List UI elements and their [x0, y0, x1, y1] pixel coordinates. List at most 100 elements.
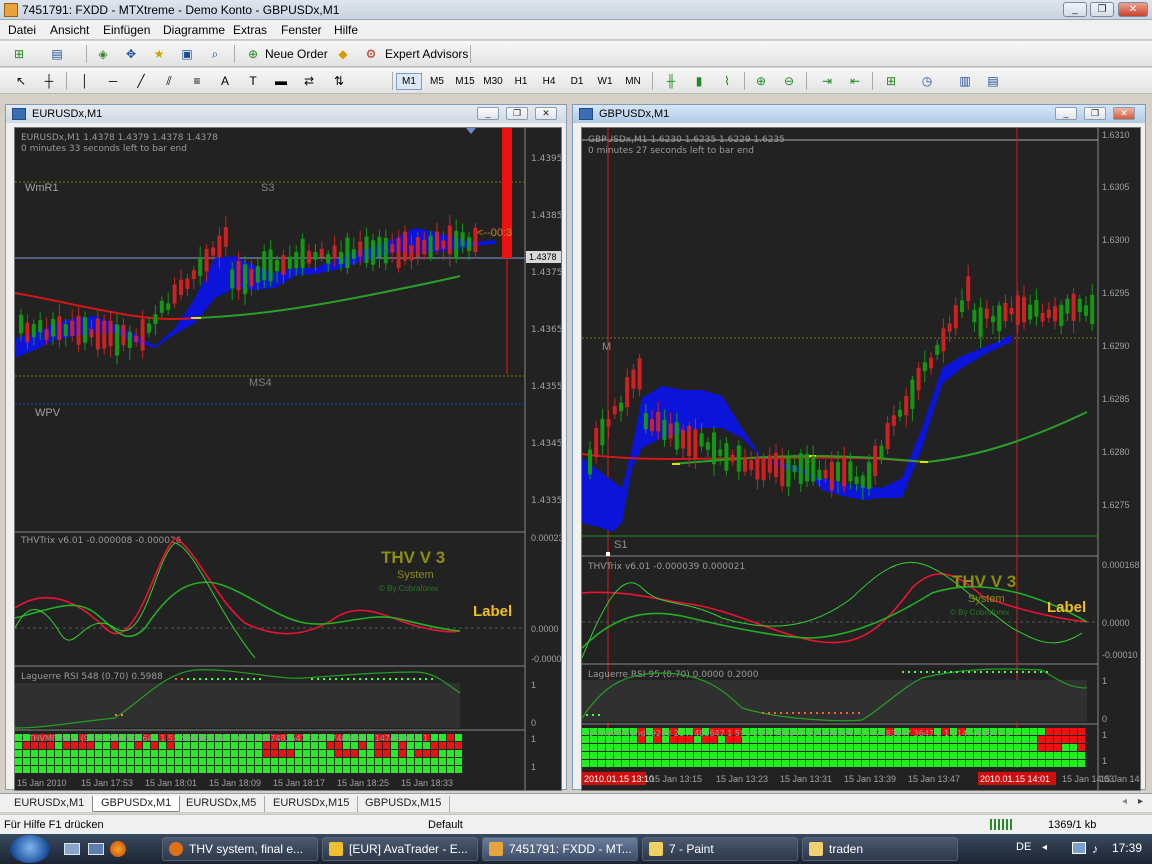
menu-diagramme[interactable]: Diagramme: [163, 23, 225, 37]
tf-h4[interactable]: H4: [536, 73, 562, 90]
chart-maximize-button[interactable]: ❐: [1084, 107, 1106, 120]
more-tools-icon[interactable]: ⇅: [330, 72, 348, 90]
candle: [255, 266, 260, 283]
autoscroll-icon[interactable]: ⇥: [818, 72, 836, 90]
tab-eurusd-m15[interactable]: EURUSDx,M15: [265, 796, 359, 812]
terminal-icon[interactable]: ▣: [178, 45, 196, 63]
minimize-button[interactable]: _: [1063, 2, 1087, 17]
indicators-icon[interactable]: ⊞: [882, 72, 900, 90]
line-chart-icon[interactable]: ⌇: [718, 72, 736, 90]
vertical-line-icon[interactable]: │: [76, 72, 94, 90]
clock[interactable]: 17:39: [1112, 841, 1142, 855]
firefox-icon[interactable]: [110, 841, 126, 857]
tab-scroll-left-icon[interactable]: ◂: [1122, 796, 1127, 807]
chart-minimize-button[interactable]: _: [1055, 107, 1077, 120]
language-indicator[interactable]: DE: [1016, 841, 1031, 853]
network-icon[interactable]: [1072, 842, 1086, 854]
zoom-in-icon[interactable]: ⊕: [752, 72, 770, 90]
text-icon[interactable]: A: [216, 72, 234, 90]
tf-m30[interactable]: M30: [480, 73, 506, 90]
new-order-icon[interactable]: ⊕: [244, 45, 262, 63]
profiles-icon[interactable]: ▤: [48, 45, 66, 63]
mtf-cell: [319, 742, 326, 749]
mtf-cell: [223, 758, 230, 765]
expert-advisors-icon[interactable]: ⚙: [362, 45, 380, 63]
candle-chart-icon[interactable]: ▮: [690, 72, 708, 90]
tf-m5[interactable]: M5: [424, 73, 450, 90]
crosshair-icon[interactable]: ┼: [40, 72, 58, 90]
bar-chart-icon[interactable]: ╫: [662, 72, 680, 90]
label-icon[interactable]: T: [244, 72, 262, 90]
tf-m1[interactable]: M1: [396, 73, 422, 90]
zoom-out-icon[interactable]: ⊖: [780, 72, 798, 90]
templates-menu-icon[interactable]: ▤: [984, 72, 1002, 90]
tf-w1[interactable]: W1: [592, 73, 618, 90]
chart-window-gbpusd[interactable]: GBPUSDx,M1 _ ❐ ✕ GBPUSDx,M1 1.6230 1.623…: [572, 104, 1146, 791]
chart-close-button[interactable]: ✕: [1113, 107, 1135, 120]
mtf-cell: [998, 744, 1005, 751]
mtf-cell: [295, 750, 302, 757]
menu-einfuegen[interactable]: Einfügen: [103, 23, 150, 37]
tab-scroll-right-icon[interactable]: ▸: [1138, 796, 1143, 807]
taskbar-item-traden[interactable]: traden: [802, 837, 958, 861]
eurusd-chart-area[interactable]: EURUSDx,M1 1.4378 1.4379 1.4378 1.4378 0…: [14, 127, 562, 791]
menu-extras[interactable]: Extras: [233, 23, 267, 37]
gbpusd-chart-svg[interactable]: GBPUSDx,M1 1.6230 1.6235 1.6229 1.6235 0…: [582, 128, 1140, 790]
channel-icon[interactable]: ⫽: [160, 72, 178, 90]
chart-minimize-button[interactable]: _: [477, 107, 499, 120]
menu-fenster[interactable]: Fenster: [281, 23, 322, 37]
menu-datei[interactable]: Datei: [8, 23, 36, 37]
shapes-icon[interactable]: ▬: [272, 72, 290, 90]
maximize-button[interactable]: ❐: [1090, 2, 1114, 17]
tf-mn[interactable]: MN: [620, 73, 646, 90]
expert-advisors-button[interactable]: Expert Advisors: [385, 47, 468, 61]
warning-icon[interactable]: ◆: [334, 45, 352, 63]
tab-eurusd-m5[interactable]: EURUSDx,M5: [178, 796, 266, 812]
menu-ansicht[interactable]: Ansicht: [50, 23, 89, 37]
strategy-tester-icon[interactable]: ⌕: [206, 45, 224, 63]
new-chart-icon[interactable]: ⊞: [10, 45, 28, 63]
tf-m15[interactable]: M15: [452, 73, 478, 90]
taskbar-item-mtxtreme[interactable]: 7451791: FXDD - MT...: [482, 837, 638, 861]
tf-h1[interactable]: H1: [508, 73, 534, 90]
candle: [792, 465, 797, 473]
tf-d1[interactable]: D1: [564, 73, 590, 90]
market-watch-icon[interactable]: ◈: [94, 45, 112, 63]
eurusd-chart-svg[interactable]: EURUSDx,M1 1.4378 1.4379 1.4378 1.4378 0…: [15, 128, 561, 790]
tray-expand-icon[interactable]: ◂: [1042, 842, 1047, 853]
templates-icon[interactable]: ▥: [956, 72, 974, 90]
chart-window-eurusd[interactable]: EURUSDx,M1 _ ❐ ✕ EURUSDx,M1 1.4378 1.437…: [5, 104, 567, 791]
mtf-cell: [862, 760, 869, 767]
show-desktop-icon[interactable]: [64, 843, 80, 855]
trendline-icon[interactable]: ╱: [132, 72, 150, 90]
fibo-icon[interactable]: ≡: [188, 72, 206, 90]
close-button[interactable]: ✕: [1118, 2, 1148, 17]
candle: [978, 307, 983, 337]
mtf-cell: [335, 758, 342, 765]
cursor-icon[interactable]: ↖: [12, 72, 30, 90]
mtf-cell: [854, 760, 861, 767]
volume-icon[interactable]: ♪: [1092, 842, 1098, 856]
chart-shift-icon[interactable]: ⇤: [846, 72, 864, 90]
taskbar-item-avatrader[interactable]: [EUR] AvaTrader - E...: [322, 837, 478, 861]
navigator-icon[interactable]: ✥: [122, 45, 140, 63]
tab-gbpusd-m15[interactable]: GBPUSDx,M15: [357, 796, 451, 812]
new-order-button[interactable]: Neue Order: [265, 47, 328, 61]
arrows-icon[interactable]: ⇄: [300, 72, 318, 90]
gbpusd-chart-area[interactable]: GBPUSDx,M1 1.6230 1.6235 1.6229 1.6235 0…: [581, 127, 1141, 791]
favorites-icon[interactable]: ★: [150, 45, 168, 63]
mtf-cell: [1030, 728, 1037, 735]
chart-close-button[interactable]: ✕: [535, 107, 557, 120]
chart-icon: [12, 108, 26, 120]
thv-system: System: [397, 569, 434, 581]
tab-eurusd-m1[interactable]: EURUSDx,M1: [6, 796, 94, 812]
chart-maximize-button[interactable]: ❐: [506, 107, 528, 120]
taskbar-item-firefox[interactable]: THV system, final e...: [162, 837, 318, 861]
start-button[interactable]: [10, 835, 50, 863]
menu-hilfe[interactable]: Hilfe: [334, 23, 358, 37]
periodicity-icon[interactable]: ◷: [918, 72, 936, 90]
switch-windows-icon[interactable]: [88, 843, 104, 855]
taskbar-item-paint[interactable]: 7 - Paint: [642, 837, 798, 861]
tab-gbpusd-m1[interactable]: GBPUSDx,M1: [92, 796, 181, 812]
horizontal-line-icon[interactable]: ─: [104, 72, 122, 90]
